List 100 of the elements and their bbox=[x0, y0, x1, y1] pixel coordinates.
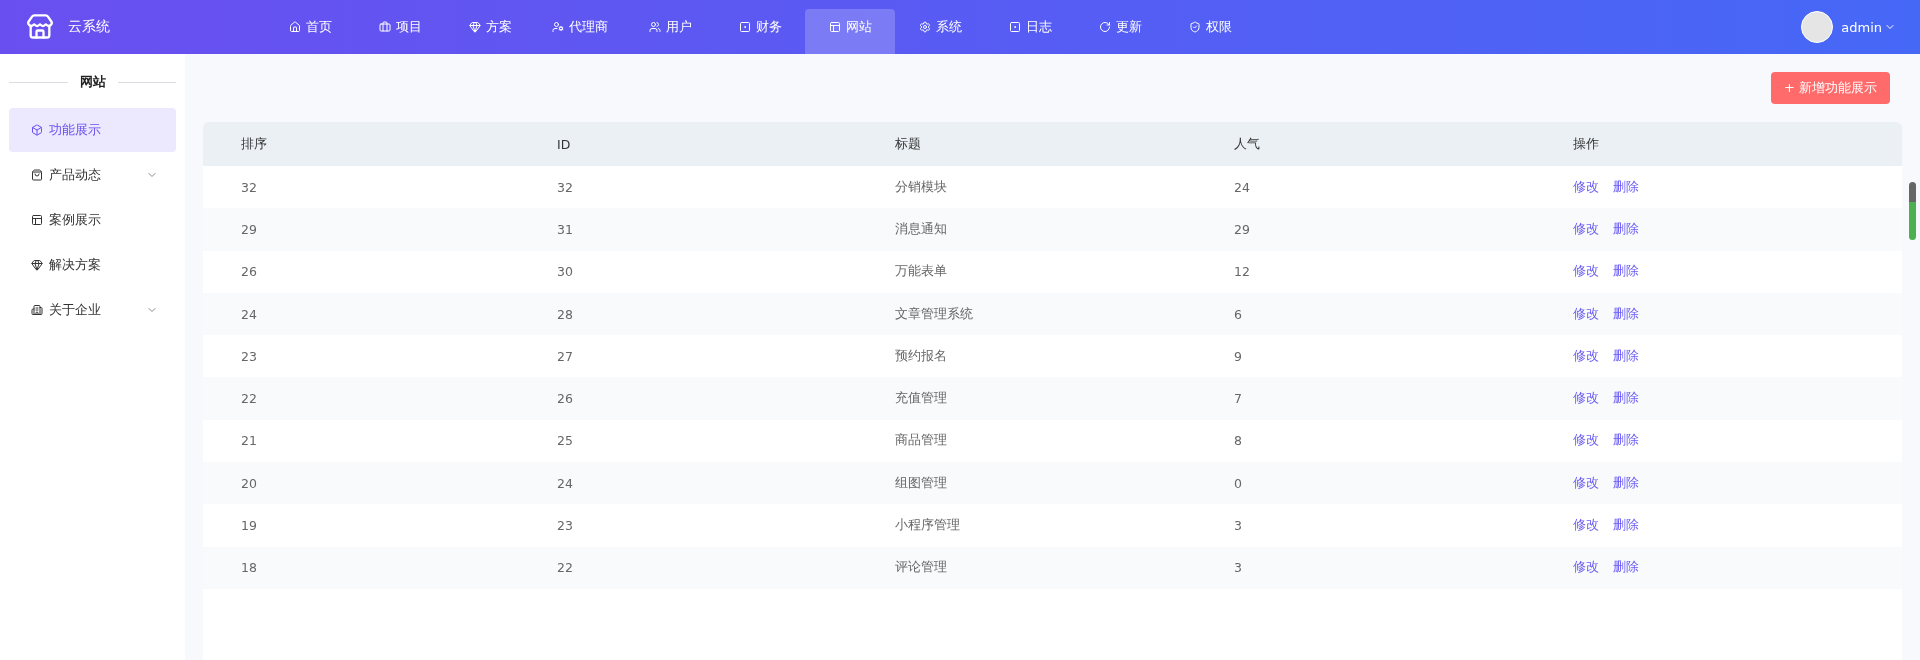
delete-link[interactable]: 删除 bbox=[1613, 559, 1639, 577]
table-cell-text: 分销模块 bbox=[895, 178, 948, 196]
table-cell-text: 24 bbox=[1234, 179, 1251, 195]
table-cell-text: 评论管理 bbox=[895, 559, 948, 577]
layout-icon bbox=[31, 214, 43, 226]
column-header: 排序 bbox=[241, 135, 268, 153]
table-cell-text: 消息通知 bbox=[895, 220, 948, 238]
edit-link[interactable]: 修改 bbox=[1573, 559, 1599, 577]
table-cell-text: 26 bbox=[241, 264, 258, 280]
table-cell-text: 27 bbox=[557, 348, 574, 364]
sidebar-item[interactable]: 功能展示 bbox=[9, 108, 176, 152]
building-icon bbox=[31, 304, 43, 316]
table-cell-text: 24 bbox=[557, 475, 574, 491]
table-cell-text: 充值管理 bbox=[895, 390, 948, 408]
edit-link[interactable]: 修改 bbox=[1573, 178, 1599, 196]
scroll-indicator bbox=[1909, 182, 1916, 240]
table-cell-text: 28 bbox=[557, 306, 574, 322]
table-cell-text: 商品管理 bbox=[895, 432, 948, 450]
edit-link[interactable]: 修改 bbox=[1573, 432, 1599, 450]
table-cell-text: 3 bbox=[1234, 518, 1243, 533]
delete-link[interactable]: 删除 bbox=[1613, 390, 1639, 408]
edit-link[interactable]: 修改 bbox=[1573, 263, 1599, 281]
square-icon bbox=[738, 21, 751, 33]
nav-tab[interactable]: 项目 bbox=[355, 9, 445, 54]
nav-tab[interactable]: 财务 bbox=[715, 9, 805, 54]
table-cell-text: 22 bbox=[557, 560, 574, 576]
table-cell-text: 25 bbox=[557, 433, 574, 449]
delete-link[interactable]: 删除 bbox=[1613, 432, 1639, 450]
column-header: 操作 bbox=[1573, 135, 1600, 153]
nav-tab[interactable]: 首页 bbox=[265, 9, 355, 54]
table-cell-text: 19 bbox=[241, 518, 258, 533]
shield-icon bbox=[1188, 21, 1201, 33]
sidebar-item[interactable]: 产品动态 bbox=[9, 153, 176, 197]
edit-link[interactable]: 修改 bbox=[1573, 347, 1599, 365]
delete-link[interactable]: 删除 bbox=[1613, 474, 1639, 492]
sidebar-item[interactable]: 案例展示 bbox=[9, 198, 176, 242]
column-header: 人气 bbox=[1234, 135, 1261, 153]
nav-tab[interactable]: 系统 bbox=[895, 9, 985, 54]
edit-link[interactable]: 修改 bbox=[1573, 517, 1599, 534]
table-cell-text: 8 bbox=[1234, 433, 1243, 449]
user-menu[interactable]: admin bbox=[1841, 19, 1896, 35]
users-icon bbox=[648, 21, 661, 33]
delete-link[interactable]: 删除 bbox=[1613, 178, 1639, 196]
edit-link[interactable]: 修改 bbox=[1573, 390, 1599, 408]
table-cell-text: 23 bbox=[241, 348, 258, 364]
sidebar-title: 网站 bbox=[79, 73, 106, 91]
avatar[interactable] bbox=[1801, 11, 1834, 43]
home-icon bbox=[288, 21, 301, 33]
edit-link[interactable]: 修改 bbox=[1573, 220, 1599, 238]
table-cell-text: 20 bbox=[241, 475, 258, 491]
table-cell-text: 26 bbox=[557, 391, 574, 407]
nav-tab[interactable]: 代理商 bbox=[535, 9, 625, 54]
store-logo-icon bbox=[26, 13, 54, 41]
table-cell-text: 32 bbox=[557, 179, 574, 195]
nav-tab[interactable]: 权限 bbox=[1165, 9, 1255, 54]
diamond-icon bbox=[468, 21, 481, 33]
table-cell-text: 7 bbox=[1234, 391, 1243, 407]
delete-link[interactable]: 删除 bbox=[1613, 220, 1639, 238]
table-cell-text: 6 bbox=[1234, 306, 1243, 322]
table-cell-text: 组图管理 bbox=[895, 474, 948, 492]
add-button[interactable]: + 新增功能展示 bbox=[1770, 72, 1890, 104]
briefcase-icon bbox=[378, 21, 391, 33]
table-cell-text: 31 bbox=[557, 221, 574, 237]
settings-icon bbox=[918, 21, 931, 33]
table-cell-text: 23 bbox=[557, 518, 574, 533]
table-cell-text: 30 bbox=[557, 264, 574, 280]
table-cell-text: 预约报名 bbox=[895, 347, 948, 365]
refresh-icon bbox=[1098, 21, 1111, 33]
table-cell-text: 29 bbox=[241, 221, 258, 237]
edit-link[interactable]: 修改 bbox=[1573, 305, 1599, 323]
table-cell-text: 29 bbox=[1234, 221, 1251, 237]
table-cell-text: 18 bbox=[241, 560, 258, 576]
sidebar-item[interactable]: 关于企业 bbox=[9, 288, 176, 332]
nav-tab[interactable]: 网站 bbox=[805, 9, 895, 54]
nav-tab[interactable]: 方案 bbox=[445, 9, 535, 54]
column-header: ID bbox=[557, 136, 572, 152]
delete-link[interactable]: 删除 bbox=[1613, 305, 1639, 323]
delete-link[interactable]: 删除 bbox=[1613, 347, 1639, 365]
table-cell-text: 32 bbox=[241, 179, 258, 195]
bag-icon bbox=[31, 169, 43, 181]
table-cell-text: 12 bbox=[1234, 264, 1251, 280]
table-cell-text: 24 bbox=[241, 306, 258, 322]
cube-icon bbox=[31, 124, 43, 136]
nav-tab[interactable]: 更新 bbox=[1075, 9, 1165, 54]
table-cell-text: 小程序管理 bbox=[895, 517, 961, 534]
table-cell-text: 3 bbox=[1234, 560, 1243, 576]
delete-link[interactable]: 删除 bbox=[1613, 517, 1639, 534]
diamond-icon bbox=[31, 259, 43, 271]
edit-link[interactable]: 修改 bbox=[1573, 474, 1599, 492]
table-cell-text: 9 bbox=[1234, 348, 1243, 364]
nav-tab[interactable]: 用户 bbox=[625, 9, 715, 54]
sidebar-item[interactable]: 解决方案 bbox=[9, 243, 176, 287]
nav-tab[interactable]: 日志 bbox=[985, 9, 1075, 54]
table-cell-text: 22 bbox=[241, 391, 258, 407]
layout-icon bbox=[828, 21, 841, 33]
table-cell-text: 万能表单 bbox=[895, 263, 948, 281]
app-name: 云系统 bbox=[68, 18, 110, 36]
delete-link[interactable]: 删除 bbox=[1613, 263, 1639, 281]
table-cell-text: 文章管理系统 bbox=[895, 305, 974, 323]
table-cell-text: 21 bbox=[241, 433, 258, 449]
